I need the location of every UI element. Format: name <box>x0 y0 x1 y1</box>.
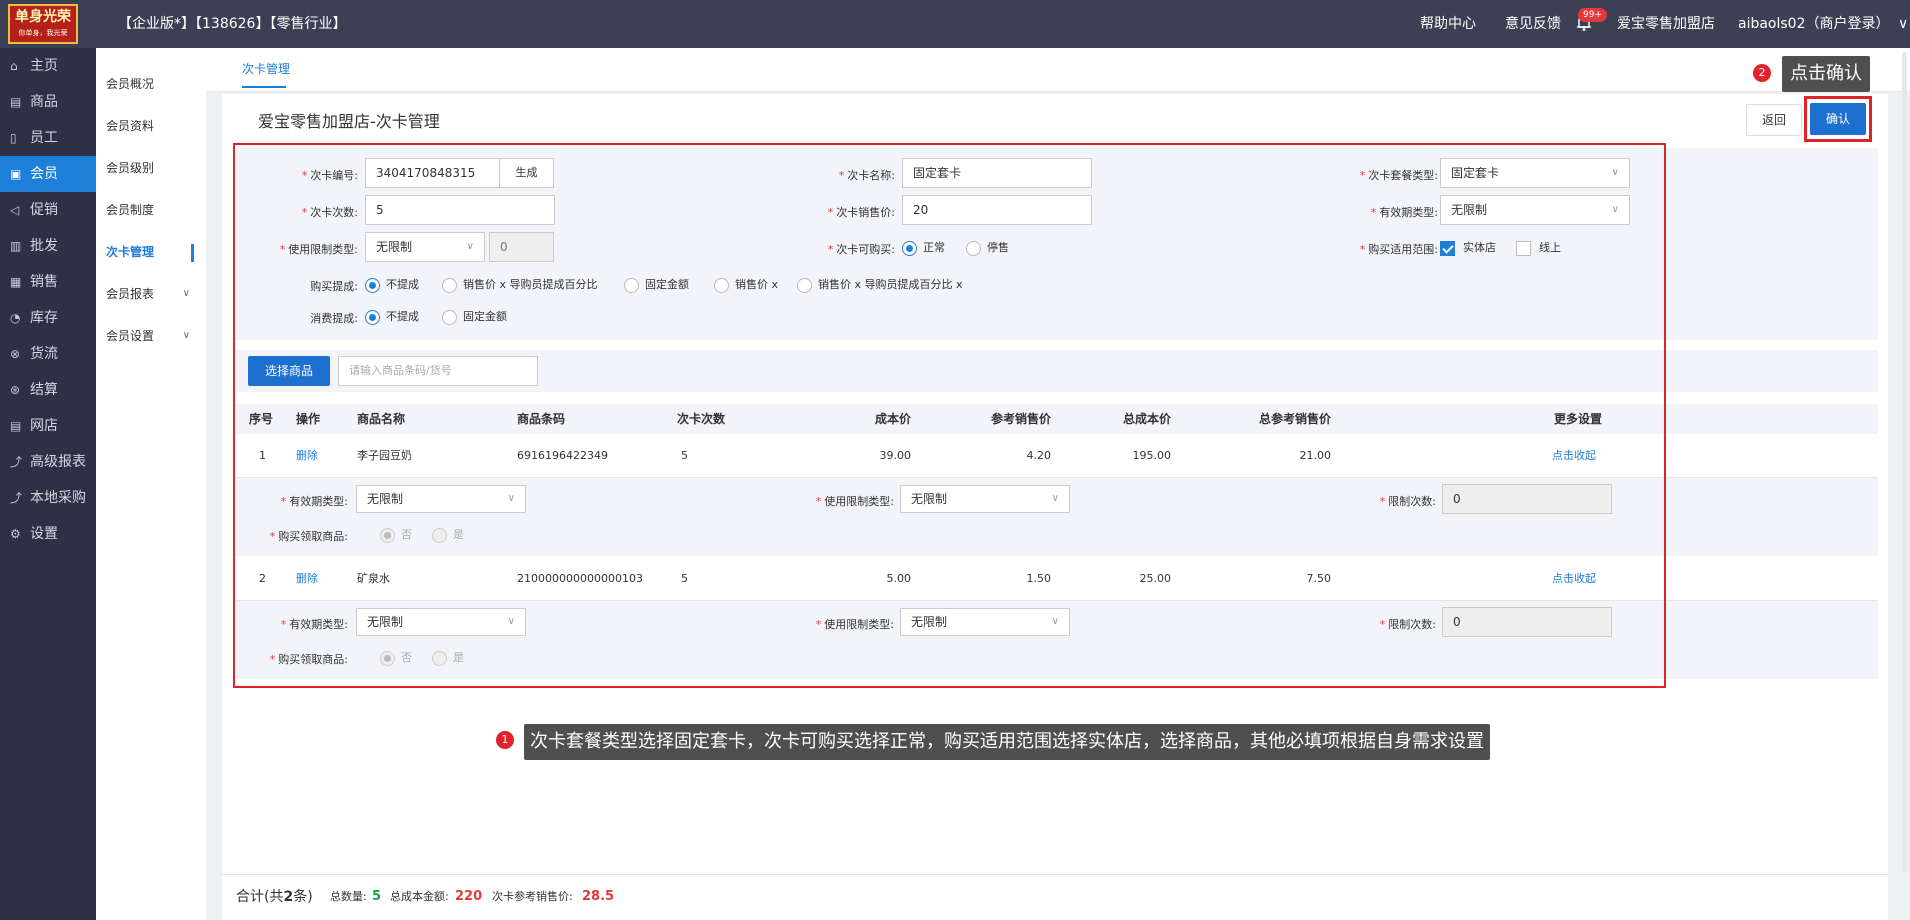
total-ref-label: 次卡参考销售价: <box>492 890 573 903</box>
subnav-item-card[interactable]: 次卡管理 <box>96 231 206 273</box>
sidebar-item-sales[interactable]: ▦ 销售 <box>0 264 96 300</box>
settle-icon: ⊛ <box>10 383 21 397</box>
subnav-item-label: 会员级别 <box>106 161 155 175</box>
sidebar-item-label: 设置 <box>30 526 58 542</box>
sidebar-item-label: 本地采购 <box>30 490 86 506</box>
sidebar-item-settings[interactable]: ⚙ 设置 <box>0 516 96 552</box>
store-name[interactable]: 爱宝零售加盟店 <box>1617 0 1715 48</box>
back-button[interactable]: 返回 <box>1746 104 1802 136</box>
total-ref-value: 28.5 <box>582 889 615 904</box>
stock-icon: ◔ <box>10 311 21 325</box>
subnav-item-label: 会员报表 <box>106 287 155 301</box>
subnav-item-settings[interactable]: 会员设置 ∨ <box>96 315 206 357</box>
logo-text: 单身光荣 <box>15 9 71 25</box>
active-indicator <box>191 244 194 262</box>
sidebar-item-label: 主页 <box>30 58 58 74</box>
step-number-2: 2 <box>1753 64 1771 82</box>
staff-icon: ▯ <box>10 131 17 145</box>
promo-icon: ◁ <box>10 203 20 217</box>
sidebar-item-label: 会员 <box>30 166 58 182</box>
sidebar-item-label: 结算 <box>30 382 58 398</box>
subnav-item-system[interactable]: 会员制度 <box>96 189 206 231</box>
subnav-item-report[interactable]: 会员报表 ∨ <box>96 273 206 315</box>
total-qty-label: 总数量: <box>330 890 367 903</box>
total-cost-value: 220 <box>455 889 483 904</box>
subnav-item-label: 会员概况 <box>106 77 155 91</box>
sidebar-item-stock[interactable]: ◔ 库存 <box>0 300 96 336</box>
tooltip-step-2: 点击确认 <box>1782 56 1870 92</box>
subnav-item-label: 次卡管理 <box>106 245 155 259</box>
member-subnav: 会员概况 会员资料 会员级别 会员制度 次卡管理 会员报表 ∨ 会员设置 ∨ <box>96 48 206 920</box>
user-menu[interactable]: aibaols02（商户登录） ∨ <box>1738 0 1908 48</box>
page-scrollbar[interactable] <box>1902 52 1907 872</box>
tab-underline <box>242 86 286 88</box>
total-rows: 合计(共2条) <box>236 889 313 905</box>
sidebar-item-label: 批发 <box>30 238 58 254</box>
edition-info: 【企业版*】【138626】【零售行业】 <box>118 16 347 32</box>
help-center-link[interactable]: 帮助中心 <box>1420 0 1476 48</box>
subnav-item-level[interactable]: 会员级别 <box>96 147 206 189</box>
subnav-item-profile[interactable]: 会员资料 <box>96 105 206 147</box>
sidebar: ⌂ 主页 ▤ 商品 ▯ 员工 ▣ 会员 ◁ 促销 ▥ 批发 ▦ 销售 ◔ 库存 ⊗ 货流 ⊛ 结算 … <box>0 48 96 920</box>
settings-icon: ⚙ <box>10 527 21 541</box>
form-highlight-box <box>233 143 1666 688</box>
tab-bar: 次卡管理 <box>206 48 1910 92</box>
subnav-item-label: 会员设置 <box>106 329 155 343</box>
sidebar-item-purchase[interactable]: ⤴ 本地采购 <box>0 480 96 516</box>
sidebar-item-staff[interactable]: ▯ 员工 <box>0 120 96 156</box>
tab-card-management[interactable]: 次卡管理 <box>242 60 290 77</box>
sidebar-item-member[interactable]: ▣ 会员 <box>0 156 96 192</box>
sidebar-item-label: 销售 <box>30 274 58 290</box>
logo-slogan: 你单身，我光荣 <box>18 29 68 37</box>
wholesale-icon: ▥ <box>10 239 22 253</box>
sales-icon: ▦ <box>10 275 22 289</box>
sidebar-item-label: 货流 <box>30 346 58 362</box>
sidebar-item-label: 商品 <box>30 94 58 110</box>
brand-logo[interactable]: 单身光荣 你单身，我光荣 <box>8 4 78 44</box>
sidebar-item-goods[interactable]: ▤ 商品 <box>0 84 96 120</box>
subnav-item-overview[interactable]: 会员概况 <box>96 63 206 105</box>
total-cost-label: 总成本金额: <box>390 890 449 903</box>
goods-icon: ▤ <box>10 95 22 109</box>
feedback-link[interactable]: 意见反馈 <box>1505 0 1561 48</box>
chevron-down-icon: ∨ <box>182 330 190 341</box>
sidebar-item-label: 员工 <box>30 130 58 146</box>
sidebar-item-label: 网店 <box>30 418 58 434</box>
shop-icon: ▤ <box>10 419 22 433</box>
subnav-item-label: 会员资料 <box>106 119 155 133</box>
sidebar-item-home[interactable]: ⌂ 主页 <box>0 48 96 84</box>
sidebar-item-promo[interactable]: ◁ 促销 <box>0 192 96 228</box>
sidebar-item-label: 高级报表 <box>30 454 86 470</box>
sidebar-item-report[interactable]: ⤴ 高级报表 <box>0 444 96 480</box>
tooltip-step-1: 次卡套餐类型选择固定套卡，次卡可购买选择正常，购买适用范围选择实体店，选择商品，… <box>524 724 1490 760</box>
sidebar-item-label: 库存 <box>30 310 58 326</box>
app-window: 单身光荣 你单身，我光荣 【企业版*】【138626】【零售行业】 帮助中心 意… <box>0 0 1910 920</box>
page-title: 爱宝零售加盟店-次卡管理 <box>258 112 440 131</box>
sidebar-item-wholesale[interactable]: ▥ 批发 <box>0 228 96 264</box>
report-icon: ⤴ <box>10 455 23 469</box>
sidebar-item-flow[interactable]: ⊗ 货流 <box>0 336 96 372</box>
sidebar-item-settle[interactable]: ⊛ 结算 <box>0 372 96 408</box>
purchase-icon: ⤴ <box>10 491 23 505</box>
member-icon: ▣ <box>10 167 22 181</box>
notification-badge: 99+ <box>1578 8 1607 22</box>
subnav-item-label: 会员制度 <box>106 203 155 217</box>
sidebar-item-shop[interactable]: ▤ 网店 <box>0 408 96 444</box>
summary-footer: 合计(共2条) 总数量: 5 总成本金额: 220 次卡参考销售价: 28.5 <box>222 874 1888 920</box>
user-name: aibaols02（商户登录） <box>1738 16 1890 32</box>
chevron-down-icon: ∨ <box>1897 16 1909 32</box>
home-icon: ⌂ <box>10 59 18 73</box>
total-qty-value: 5 <box>372 889 382 904</box>
top-bar: 单身光荣 你单身，我光荣 【企业版*】【138626】【零售行业】 帮助中心 意… <box>0 0 1910 48</box>
confirm-highlight-box <box>1804 96 1872 142</box>
flow-icon: ⊗ <box>10 347 21 361</box>
step-number-1: 1 <box>496 731 514 749</box>
chevron-down-icon: ∨ <box>182 288 190 299</box>
sidebar-item-label: 促销 <box>30 202 58 218</box>
